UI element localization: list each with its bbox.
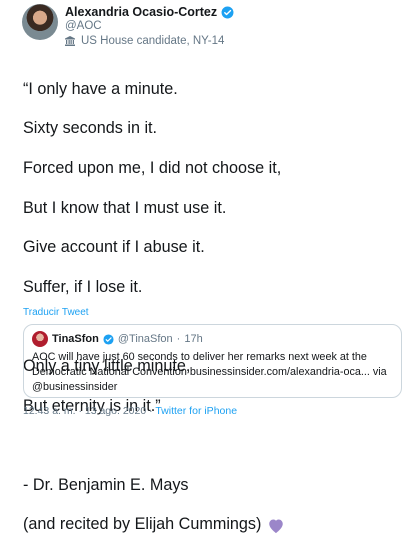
tweet-source-app[interactable]: Twitter for iPhone xyxy=(155,405,237,417)
tweet-line: “I only have a minute. xyxy=(23,79,178,98)
purple-heart-icon xyxy=(269,519,284,533)
footer-separator: · xyxy=(149,405,153,417)
tweet-time[interactable]: 12:43 a. m. xyxy=(23,405,76,417)
quoted-tweet[interactable]: TinaSfon @TinaSfon · 17h AOC will have j… xyxy=(23,324,402,398)
quoted-author-avatar xyxy=(32,331,48,347)
tweet-line: (and recited by Elijah Cummings) xyxy=(23,515,262,534)
verified-badge-icon xyxy=(103,333,114,345)
candidate-label-text: US House candidate, NY-14 xyxy=(81,35,225,47)
translate-tweet-link[interactable]: Traducir Tweet xyxy=(23,307,89,318)
quoted-age: 17h xyxy=(184,333,203,345)
tweet-line: - Dr. Benjamin E. Mays xyxy=(23,475,189,494)
author-name[interactable]: Alexandria Ocasio-Cortez xyxy=(65,5,217,19)
tweet-line: But I know that I must use it. xyxy=(23,198,227,217)
tweet-line: Forced upon me, I did not choose it, xyxy=(23,158,282,177)
author-avatar[interactable] xyxy=(22,4,58,40)
quoted-separator: · xyxy=(176,333,181,345)
government-building-icon xyxy=(65,36,75,46)
quoted-tweet-text: AOC will have just 60 seconds to deliver… xyxy=(32,351,387,393)
verified-badge-icon xyxy=(221,6,234,18)
footer-separator: · xyxy=(78,405,82,417)
tweet-line xyxy=(23,436,403,456)
tweet-header: Alexandria Ocasio-Cortez @AOC US House c… xyxy=(0,0,414,56)
tweet-line: Sixty seconds in it. xyxy=(23,119,158,138)
tweet-date[interactable]: 13 ago. 2020 xyxy=(85,405,146,417)
tweet-footer: 12:43 a. m. · 13 ago. 2020 · Twitter for… xyxy=(23,405,237,417)
quoted-author-name: TinaSfon xyxy=(52,333,99,345)
tweet-last-line: (and recited by Elijah Cummings) xyxy=(23,515,403,535)
tweet-line: Give account if I abuse it. xyxy=(23,238,205,257)
quoted-tweet-header: TinaSfon @TinaSfon · 17h xyxy=(32,331,203,347)
tweet-line: Suffer, if I lose it. xyxy=(23,277,143,296)
quoted-author-handle: @TinaSfon xyxy=(117,333,173,345)
author-name-row[interactable]: Alexandria Ocasio-Cortez xyxy=(65,5,234,19)
candidate-label: US House candidate, NY-14 xyxy=(64,35,224,47)
author-handle[interactable]: @AOC xyxy=(65,20,102,32)
